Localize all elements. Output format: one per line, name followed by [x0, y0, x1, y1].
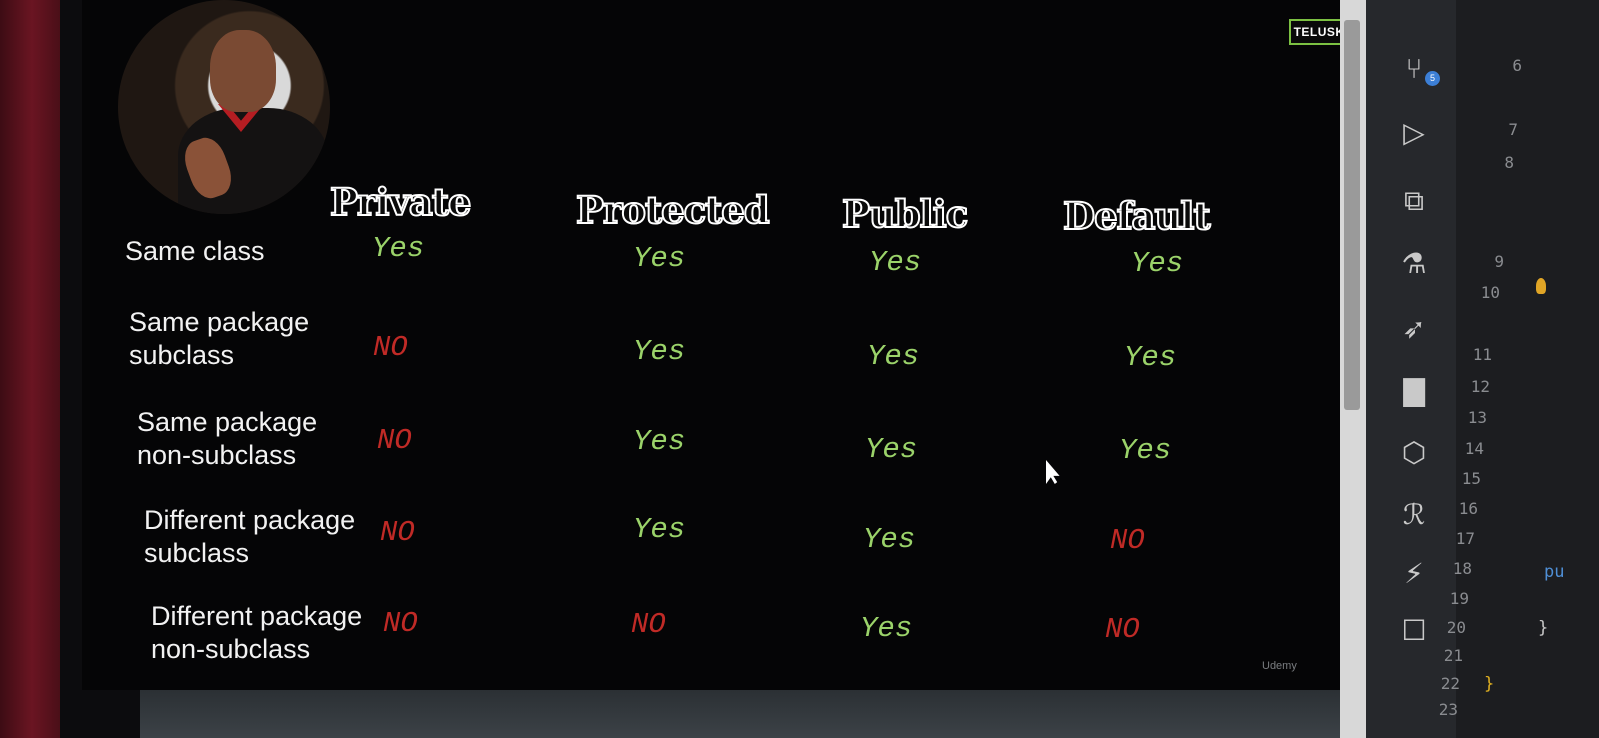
cell-same-package-non-subclass-private: NO	[377, 424, 412, 457]
lightbulb-icon[interactable]	[1536, 278, 1546, 294]
source-control-badge: 5	[1425, 71, 1440, 86]
column-header-default: Default	[1062, 194, 1212, 238]
row-label-line: Same class	[125, 236, 265, 266]
line-number: 10	[1480, 283, 1500, 302]
cell-different-package-subclass-protected: Yes	[633, 513, 686, 546]
extensions-icon[interactable]: ⧉	[1396, 184, 1432, 218]
cell-same-class-public: Yes	[869, 246, 922, 279]
cell-different-package-non-subclass-private: NO	[383, 607, 418, 640]
cell-same-package-subclass-default: Yes	[1124, 341, 1177, 374]
testing-icon[interactable]: ⚗	[1396, 247, 1432, 281]
cell-same-package-non-subclass-protected: Yes	[633, 425, 686, 458]
line-number: 17	[1455, 529, 1475, 548]
row-label-line: subclass	[144, 538, 250, 568]
row-label-different-package-non-subclass: Different package non-subclass	[151, 600, 362, 666]
remote-icon[interactable]: ➶	[1396, 312, 1432, 346]
line-number: 21	[1443, 646, 1463, 665]
cell-same-class-default: Yes	[1131, 247, 1184, 280]
line-number: 23	[1438, 700, 1458, 719]
row-label-same-package-subclass: Same package subclass	[129, 306, 309, 372]
code-fragment-line20: }	[1538, 618, 1549, 638]
row-label-line: non-subclass	[137, 440, 297, 470]
cell-different-package-subclass-private: NO	[380, 516, 415, 549]
cell-different-package-subclass-default: NO	[1110, 524, 1145, 557]
code-fragment-line22: }	[1484, 674, 1495, 694]
cell-same-class-private: Yes	[372, 232, 425, 265]
lightning-icon[interactable]: ⚡	[1396, 557, 1432, 591]
line-number: 22	[1440, 674, 1460, 693]
line-number: 13	[1467, 408, 1487, 427]
line-number: 16	[1458, 499, 1478, 518]
line-number: 9	[1494, 252, 1504, 271]
player-control-bar[interactable]	[140, 690, 1340, 738]
row-label-same-class: Same class	[125, 235, 265, 268]
chart-icon[interactable]: ▇	[1396, 374, 1432, 408]
column-header-public: Public	[841, 192, 969, 236]
row-label-different-package-subclass: Different package subclass	[144, 504, 355, 570]
row-label-line: non-subclass	[151, 634, 311, 664]
line-number: 8	[1504, 153, 1514, 172]
avatar-head	[210, 30, 276, 112]
cell-same-package-non-subclass-default: Yes	[1119, 434, 1172, 467]
cell-same-class-protected: Yes	[633, 242, 686, 275]
r-language-icon[interactable]: ℛ	[1396, 498, 1432, 532]
docker-icon[interactable]: ⬡	[1396, 436, 1432, 470]
row-label-line: subclass	[129, 340, 235, 370]
row-label-line: Different package	[144, 505, 356, 535]
cell-same-package-non-subclass-public: Yes	[865, 433, 918, 466]
cell-different-package-non-subclass-default: NO	[1105, 613, 1140, 646]
cell-same-package-subclass-protected: Yes	[633, 335, 686, 368]
cell-different-package-subclass-public: Yes	[863, 523, 916, 556]
line-number: 14	[1464, 439, 1484, 458]
row-label-line: Different package	[151, 601, 363, 631]
row-label-line: Same package	[129, 307, 310, 337]
line-number: 6	[1512, 56, 1522, 75]
scrollbar-thumb[interactable]	[1344, 20, 1360, 410]
line-number: 15	[1461, 469, 1481, 488]
cell-different-package-non-subclass-protected: NO	[631, 608, 666, 641]
cell-same-package-subclass-public: Yes	[867, 340, 920, 373]
line-number: 18	[1452, 559, 1472, 578]
column-header-protected: Protected	[575, 188, 771, 232]
instructor-avatar	[118, 0, 330, 214]
line-number: 7	[1508, 120, 1518, 139]
cell-different-package-non-subclass-public: Yes	[860, 612, 913, 645]
line-number: 11	[1472, 345, 1492, 364]
line-number: 12	[1470, 377, 1490, 396]
editor-gutter	[1456, 0, 1599, 738]
line-number: 19	[1449, 589, 1469, 608]
row-label-same-package-non-subclass: Same package non-subclass	[137, 406, 317, 472]
run-debug-icon[interactable]: ▷	[1396, 116, 1432, 150]
row-label-line: Same package	[137, 407, 318, 437]
cell-same-package-subclass-private: NO	[373, 331, 408, 364]
udemy-watermark: Udemy	[1262, 660, 1297, 672]
column-header-private: Private	[329, 180, 472, 224]
line-number: 20	[1446, 618, 1466, 637]
code-fragment-line18: pu	[1544, 562, 1565, 582]
